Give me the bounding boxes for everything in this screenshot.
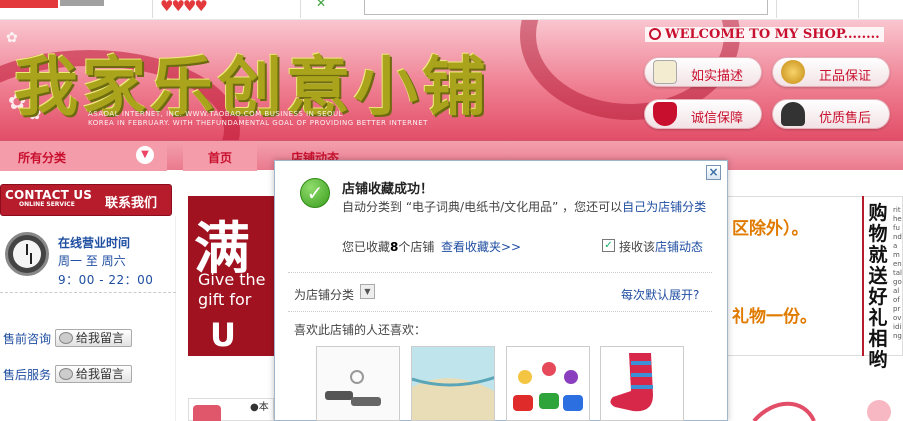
top-strip: ♥♥♥♥ ✕ (0, 0, 903, 20)
custom-category-link[interactable]: 自己为店铺分类 (622, 200, 706, 214)
bottom-text: ●本 (250, 402, 269, 413)
recommended-product-thumbnail[interactable] (411, 346, 495, 421)
receive-updates-checkbox[interactable]: ✓ (602, 239, 615, 252)
notepad-icon (653, 60, 677, 84)
welcome-label: WELCOME TO MY SHOP........ (665, 27, 880, 42)
business-hours-title: 在线营业时间 (58, 236, 131, 250)
sock-product-image (601, 347, 683, 420)
divider (152, 0, 153, 18)
divider (300, 0, 301, 18)
success-check-icon: ✓ (300, 178, 330, 208)
site-name-fragment (60, 0, 104, 6)
check-icon: ✕ (316, 0, 327, 10)
badge-label: 诚信保障 (691, 111, 744, 126)
receive-label-text: 接收该 (619, 240, 656, 254)
beach-card-product-image (412, 347, 494, 420)
badge-label: 正品保证 (819, 69, 872, 84)
keychain-product-image (325, 370, 381, 406)
shield-icon (653, 102, 677, 126)
aftersale-label: 售后服务 (3, 368, 52, 382)
dialog-message: 自动分类到 “电子词典/电纸书/文化用品” ，您还可以自己为店铺分类 (342, 197, 712, 217)
divider (0, 292, 176, 293)
favorite-count: 您已收藏8个店铺 (342, 238, 434, 255)
promo-vertical-small-text: rithefundamental goal of providing (893, 206, 902, 340)
contact-cn-label: 联系我们 (105, 196, 158, 211)
also-like-label: 喜欢此店铺的人还喜欢： (294, 323, 427, 337)
medal-icon (781, 60, 805, 84)
count-suffix: 个店铺 (398, 240, 435, 254)
presale-message-button[interactable]: 给我留言 (55, 329, 132, 347)
badge-label: 优质售后 (819, 111, 872, 126)
message-button-label: 给我留言 (76, 367, 125, 381)
contact-en: CONTACT US ONLINE SERVICE (5, 188, 92, 208)
welcome-text: WELCOME TO MY SHOP........ (645, 27, 884, 42)
badge-label: 如实描述 (691, 69, 744, 84)
category-dropdown[interactable]: ▼ (360, 284, 375, 299)
badge-accurate-description[interactable]: 如实描述 (644, 57, 762, 87)
rating-hearts-icon: ♥♥♥♥ (160, 0, 208, 15)
chat-bubble-icon (59, 368, 73, 380)
headset-icon (781, 102, 805, 126)
search-input[interactable] (364, 0, 768, 15)
close-icon[interactable]: × (706, 165, 721, 180)
page: ♥♥♥♥ ✕ ✿ ✿ ✿ 我家乐创意小铺 ASADAL INTERNET, IN… (0, 0, 903, 421)
divider (288, 272, 712, 273)
tab-home[interactable]: 首页 (183, 141, 257, 171)
promo-en-line: Give the (198, 270, 266, 289)
divider (776, 0, 777, 18)
ribbon-decoration (752, 400, 891, 421)
badge-genuine-guarantee[interactable]: 正品保证 (772, 57, 890, 87)
category-label: 为店铺分类 (294, 288, 355, 302)
view-favorites-link[interactable]: 查看收藏夹>> (441, 238, 521, 255)
clock-icon (5, 232, 49, 276)
dialog-title: 店铺收藏成功！ (342, 182, 434, 197)
all-categories-button[interactable]: 所有分类 ▼ (0, 141, 167, 171)
count-prefix: 您已收藏 (342, 240, 391, 254)
contact-en-label: CONTACT US (5, 188, 93, 202)
all-categories-label: 所有分类 (18, 151, 67, 165)
flower-pot-product-image (507, 347, 589, 420)
promo-text: 区除外）。 (732, 219, 809, 239)
contact-us-header: CONTACT US ONLINE SERVICE 联系我们 (0, 184, 172, 216)
banner-tagline: ASADAL INTERNET, INC. WWW.TAOBAO.COM BUS… (88, 110, 428, 128)
chat-bubble-icon (59, 332, 73, 344)
default-expand-link[interactable]: 每次默认展开? (621, 286, 699, 303)
aftersale-message-button[interactable]: 给我留言 (55, 365, 132, 383)
recommended-product-thumbnail[interactable] (316, 346, 400, 421)
business-time: 9：00 - 22：00 (58, 273, 154, 287)
site-logo-fragment[interactable] (0, 0, 58, 8)
promo-en-text: Give the gift for (198, 270, 266, 310)
badge-aftersale[interactable]: 优质售后 (772, 99, 890, 129)
promo-vertical-text: 购物就送好礼相哟 (868, 202, 888, 371)
shop-banner: ✿ ✿ ✿ 我家乐创意小铺 ASADAL INTERNET, INC. WWW.… (0, 20, 903, 140)
receive-updates-label: 接收该店铺动态 (619, 238, 703, 255)
recommended-product-thumbnail[interactable] (600, 346, 684, 421)
divider (858, 0, 859, 18)
presale-label: 售前咨询 (3, 332, 52, 346)
tagline-line: ASADAL INTERNET, INC. WWW.TAOBAO.COM BUS… (88, 110, 344, 118)
tagline-line: KOREA IN FEBRUARY. WITH THEFUNDAMENTAL G… (88, 119, 428, 127)
promo-text: 礼物一份。 (732, 307, 817, 327)
promo-red-panel: 满 Give the gift for U (188, 196, 274, 356)
recommended-product-thumbnail[interactable] (506, 346, 590, 421)
message-button-label: 给我留言 (76, 331, 125, 345)
dialog-message-text: 自动分类到 “电子词典/电纸书/文化用品” ，您还可以 (342, 200, 623, 214)
shop-news-link[interactable]: 店铺动态 (655, 240, 703, 254)
divider (288, 311, 712, 312)
contact-sub-label: ONLINE SERVICE (19, 201, 75, 208)
business-days: 周一 至 周六 (58, 254, 126, 268)
tag-icon (193, 405, 221, 421)
badge-integrity[interactable]: 诚信保障 (644, 99, 762, 129)
welcome-icon (649, 28, 661, 40)
promo-u: U (210, 316, 236, 354)
promo-en-line: gift for (198, 290, 252, 309)
chevron-down-icon: ▼ (136, 146, 154, 164)
